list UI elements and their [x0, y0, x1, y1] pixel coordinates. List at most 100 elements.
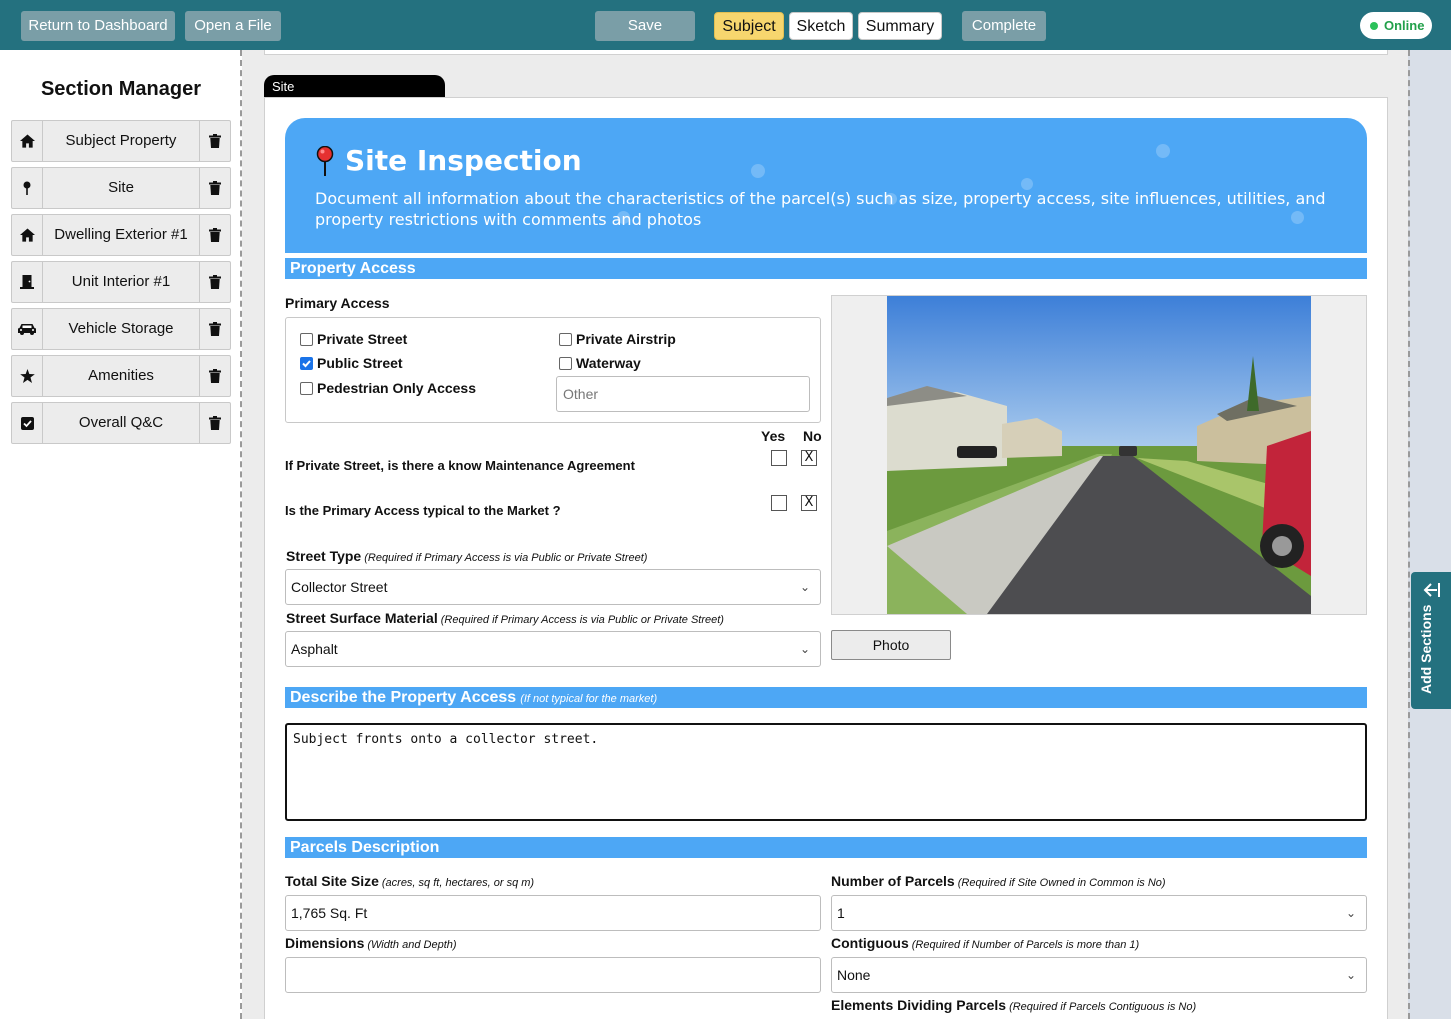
complete-button[interactable]: Complete — [962, 11, 1046, 41]
street-type-label: Street Type (Required if Primary Access i… — [286, 548, 647, 564]
total-site-size-input[interactable]: 1,765 Sq. Ft — [285, 895, 821, 931]
sidebar-item-label: Unit Interior #1 — [71, 273, 171, 290]
trash-icon[interactable] — [199, 121, 230, 161]
access-typical-question: Is the Primary Access typical to the Mar… — [285, 503, 561, 518]
number-of-parcels-select[interactable]: 1 ⌄ — [831, 895, 1367, 931]
home-icon — [12, 215, 43, 255]
checkbox-box[interactable] — [300, 381, 313, 395]
status-label: Online — [1384, 18, 1425, 33]
section-heading-label: Property Access — [290, 260, 416, 277]
tab-summary[interactable]: Summary — [858, 12, 942, 40]
page-description: Document all information about the chara… — [315, 189, 1326, 229]
street-type-note: (Required if Primary Access is via Publi… — [364, 552, 648, 564]
checkbox-label: Waterway — [576, 355, 641, 371]
section-manager-title: Section Manager — [40, 78, 202, 100]
primary-access-label: Primary Access — [285, 295, 390, 311]
primary-access-group: Private Street Public Street Pedestrian … — [285, 317, 821, 423]
checkbox-label: Pedestrian Only Access — [317, 380, 477, 396]
checkbox-box[interactable] — [300, 332, 313, 346]
surface-material-note: (Required if Primary Access is via Publi… — [440, 614, 724, 626]
contiguous-select[interactable]: None ⌄ — [831, 957, 1367, 993]
previous-section-edge — [264, 50, 1388, 55]
sidebar-item-overall-qc[interactable]: Overall Q&C — [11, 402, 231, 444]
street-type-label-text: Street Type — [286, 548, 362, 564]
add-sections-button[interactable]: Add Sections — [1411, 572, 1451, 709]
surface-material-select[interactable]: Asphalt ⌄ — [285, 631, 821, 667]
map-pin-icon — [12, 168, 43, 208]
street-photo[interactable] — [887, 296, 1311, 614]
sidebar-item-amenities[interactable]: Amenities — [11, 355, 231, 397]
section-tab-site[interactable]: Site — [264, 75, 445, 98]
contiguous-label: Contiguous (Required if Number of Parcels… — [831, 935, 1139, 951]
main-content: Site Site Inspection Document all inform… — [244, 50, 1408, 1019]
return-to-dashboard-button[interactable]: Return to Dashboard — [21, 11, 175, 41]
checkbox-label: Private Airstrip — [576, 331, 676, 347]
site-inspection-header: Site Inspection Document all information… — [285, 118, 1367, 253]
checkbox-box-checked[interactable] — [300, 356, 313, 370]
no-column-header: No — [803, 428, 822, 444]
maintenance-yes-checkbox[interactable] — [771, 450, 787, 466]
typical-no-checkbox[interactable]: X — [801, 495, 817, 511]
number-of-parcels-label: Number of Parcels (Required if Site Owned… — [831, 873, 1166, 889]
decorative-bubble — [751, 164, 765, 178]
checkbox-pedestrian-only[interactable]: Pedestrian Only Access — [300, 380, 476, 396]
surface-material-label-text: Street Surface Material — [286, 610, 438, 626]
online-status-badge: Online — [1360, 12, 1432, 39]
other-access-input[interactable]: Other — [556, 376, 810, 412]
sidebar-item-subject-property[interactable]: Subject Property — [11, 120, 231, 162]
elements-dividing-note: (Required if Parcels Contiguous is No) — [1009, 1001, 1197, 1013]
home-icon — [12, 121, 43, 161]
trash-icon[interactable] — [199, 262, 230, 302]
describe-access-textarea[interactable]: Subject fronts onto a collector street. — [285, 723, 1367, 821]
chevron-down-icon: ⌄ — [1345, 968, 1356, 982]
dimensions-note: (Width and Depth) — [367, 939, 457, 951]
checkbox-private-airstrip[interactable]: Private Airstrip — [559, 331, 676, 347]
contiguous-note: (Required if Number of Parcels is more t… — [911, 939, 1140, 951]
street-type-select[interactable]: Collector Street ⌄ — [285, 569, 821, 605]
status-dot-icon — [1370, 22, 1378, 30]
surface-material-value: Asphalt — [291, 641, 338, 657]
chevron-down-icon: ⌄ — [1345, 906, 1356, 920]
sidebar-item-label: Amenities — [88, 367, 154, 384]
trash-icon[interactable] — [199, 309, 230, 349]
check-square-icon — [12, 403, 43, 443]
tab-subject[interactable]: Subject — [714, 12, 784, 40]
tab-sketch[interactable]: Sketch — [789, 12, 853, 40]
checkbox-box[interactable] — [559, 356, 572, 370]
checkbox-label: Private Street — [317, 331, 408, 347]
checkbox-waterway[interactable]: Waterway — [559, 355, 641, 371]
checkbox-label: Public Street — [317, 355, 403, 371]
maintenance-no-checkbox[interactable]: X — [801, 450, 817, 466]
total-site-size-label-text: Total Site Size — [285, 873, 379, 889]
sidebar-item-unit-interior[interactable]: Unit Interior #1 — [11, 261, 231, 303]
contiguous-value: None — [837, 967, 871, 983]
trash-icon[interactable] — [199, 356, 230, 396]
add-sections-label: Add Sections — [1418, 604, 1434, 694]
site-section-panel: Site Inspection Document all information… — [264, 97, 1388, 1019]
arrow-left-icon — [1423, 582, 1441, 603]
section-heading-parcels: Parcels Description — [285, 837, 1367, 858]
checkbox-public-street[interactable]: Public Street — [300, 355, 403, 371]
dimensions-input[interactable] — [285, 957, 821, 993]
trash-icon[interactable] — [199, 215, 230, 255]
sidebar-item-dwelling-exterior[interactable]: Dwelling Exterior #1 — [11, 214, 231, 256]
top-toolbar: Return to Dashboard Open a File Save Sub… — [0, 0, 1451, 50]
open-file-button[interactable]: Open a File — [185, 11, 281, 41]
sidebar-item-vehicle-storage[interactable]: Vehicle Storage — [11, 308, 231, 350]
typical-yes-checkbox[interactable] — [771, 495, 787, 511]
number-of-parcels-note: (Required if Site Owned in Common is No) — [957, 877, 1166, 889]
checkbox-box[interactable] — [559, 332, 572, 346]
save-button[interactable]: Save — [595, 11, 695, 41]
elements-dividing-label-text: Elements Dividing Parcels — [831, 997, 1007, 1013]
sidebar-item-site[interactable]: Site — [11, 167, 231, 209]
trash-icon[interactable] — [199, 403, 230, 443]
sidebar-item-label: Subject Property — [65, 132, 177, 149]
checkbox-private-street[interactable]: Private Street — [300, 331, 407, 347]
photo-button[interactable]: Photo — [831, 630, 951, 660]
chevron-down-icon: ⌄ — [799, 580, 810, 594]
section-heading-property-access: Property Access — [285, 258, 1367, 279]
section-heading-note: (If not typical for the market) — [520, 693, 658, 705]
trash-icon[interactable] — [199, 168, 230, 208]
door-icon — [12, 262, 43, 302]
street-type-value: Collector Street — [291, 579, 388, 595]
